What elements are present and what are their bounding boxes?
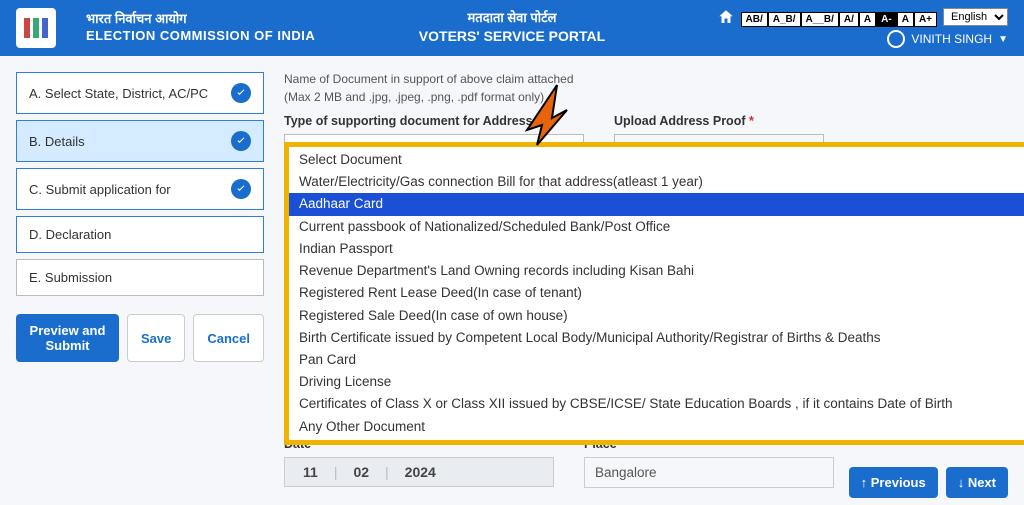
- steps-sidebar: A. Select State, District, AC/PC B. Detai…: [16, 72, 264, 488]
- language-select[interactable]: English: [943, 8, 1008, 26]
- previous-button[interactable]: ↑ Previous: [849, 467, 938, 498]
- place-input[interactable]: Bangalore: [584, 457, 834, 488]
- eci-logo: [16, 8, 56, 48]
- dropdown-option[interactable]: Current passbook of Nationalized/Schedul…: [289, 216, 1024, 238]
- dropdown-option[interactable]: Birth Certificate issued by Competent Lo…: [289, 327, 1024, 349]
- date-input[interactable]: 11|02|2024: [284, 457, 554, 487]
- dropdown-option[interactable]: Aadhaar Card: [289, 193, 1024, 215]
- next-button[interactable]: ↓ Next: [946, 467, 1008, 498]
- doc-type-dropdown[interactable]: Select DocumentWater/Electricity/Gas con…: [284, 142, 1024, 445]
- portal-english: VOTERS' SERVICE PORTAL: [419, 27, 605, 45]
- font-size-button[interactable]: A: [859, 12, 876, 27]
- check-icon: [231, 131, 251, 151]
- dropdown-option[interactable]: Select Document: [289, 149, 1024, 171]
- main-panel: Name of Document in support of above cla…: [284, 72, 1008, 488]
- step-item[interactable]: E. Submission: [16, 259, 264, 296]
- doc-type-label: Type of supporting document for Address …: [284, 114, 584, 128]
- cancel-button[interactable]: Cancel: [193, 314, 264, 362]
- font-size-button[interactable]: AB/: [741, 12, 768, 27]
- portal-hindi: मतदाता सेवा पोर्टल: [419, 10, 605, 27]
- dropdown-option[interactable]: Driving License: [289, 371, 1024, 393]
- user-name: VINITH SINGH: [911, 32, 992, 46]
- user-menu[interactable]: VINITH SINGH ▼: [887, 30, 1008, 48]
- dropdown-option[interactable]: Indian Passport: [289, 238, 1024, 260]
- dropdown-option[interactable]: Registered Rent Lease Deed(In case of te…: [289, 282, 1024, 304]
- dropdown-option[interactable]: Certificates of Class X or Class XII iss…: [289, 393, 1024, 415]
- brand-block: भारत निर्वाचन आयोग ELECTION COMMISSION O…: [86, 11, 315, 45]
- preview-submit-button[interactable]: Preview and Submit: [16, 314, 119, 362]
- portal-title: मतदाता सेवा पोर्टल VOTERS' SERVICE PORTA…: [419, 10, 605, 45]
- font-size-button[interactable]: A: [897, 12, 914, 27]
- top-bar: भारत निर्वाचन आयोग ELECTION COMMISSION O…: [0, 0, 1024, 56]
- dropdown-option[interactable]: Any Other Document: [289, 416, 1024, 438]
- font-size-button[interactable]: A_B/: [768, 12, 801, 27]
- font-size-button[interactable]: A__B/: [801, 12, 839, 27]
- brand-hindi: भारत निर्वाचन आयोग: [86, 11, 315, 28]
- upload-label: Upload Address Proof *: [614, 114, 914, 128]
- home-icon[interactable]: [717, 8, 735, 26]
- step-item[interactable]: C. Submit application for: [16, 168, 264, 210]
- dropdown-option[interactable]: Water/Electricity/Gas connection Bill fo…: [289, 171, 1024, 193]
- dropdown-option[interactable]: Registered Sale Deed(In case of own hous…: [289, 305, 1024, 327]
- font-size-button[interactable]: A/: [839, 12, 859, 27]
- chevron-down-icon: ▼: [998, 34, 1008, 45]
- avatar-icon: [887, 30, 905, 48]
- check-icon: [231, 83, 251, 103]
- dropdown-option[interactable]: Revenue Department's Land Owning records…: [289, 260, 1024, 282]
- step-item[interactable]: B. Details: [16, 120, 264, 162]
- brand-english: ELECTION COMMISSION OF INDIA: [86, 28, 315, 45]
- accessibility-row: AB/A_B/A__B/A/AA-AA+ English: [717, 8, 1008, 26]
- step-item[interactable]: D. Declaration: [16, 216, 264, 253]
- doc-note-2: (Max 2 MB and .jpg, .jpeg, .png, .pdf fo…: [284, 90, 1008, 104]
- font-size-button[interactable]: A+: [914, 12, 937, 27]
- dropdown-option[interactable]: Pan Card: [289, 349, 1024, 371]
- step-item[interactable]: A. Select State, District, AC/PC: [16, 72, 264, 114]
- font-size-button[interactable]: A-: [876, 12, 897, 27]
- doc-note-1: Name of Document in support of above cla…: [284, 72, 1008, 86]
- check-icon: [231, 179, 251, 199]
- save-button[interactable]: Save: [127, 314, 185, 362]
